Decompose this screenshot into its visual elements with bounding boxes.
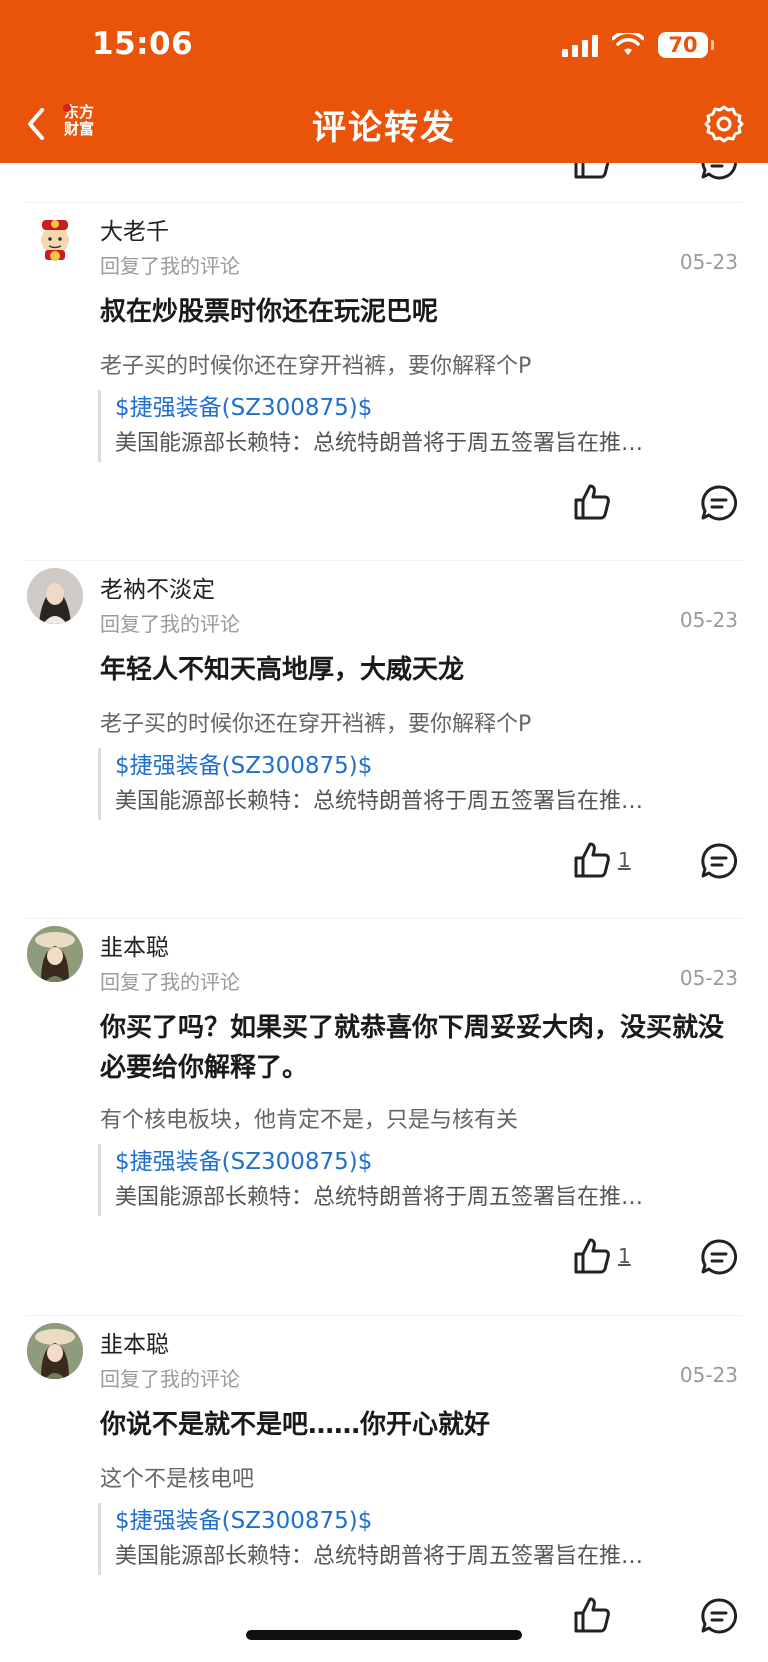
original-comment[interactable]: 这个不是核电吧 [100, 1461, 738, 1493]
news-snippet: 美国能源部长赖特：总统特朗普将于周五签署旨在推… [115, 431, 644, 456]
comment-actions: 1 [0, 1236, 768, 1280]
comment-icon[interactable] [700, 1238, 738, 1276]
divider [26, 202, 742, 203]
thumbs-up-icon[interactable] [572, 1595, 612, 1635]
reply-text[interactable]: 叔在炒股票时你还在玩泥巴呢 [100, 292, 738, 332]
quoted-post[interactable]: $捷强装备(SZ300875)$ 美国能源部长赖特：总统特朗普将于周五签署旨在推… [98, 390, 738, 462]
quoted-post[interactable]: $捷强装备(SZ300875)$ 美国能源部长赖特：总统特朗普将于周五签署旨在推… [98, 1144, 738, 1216]
comment-icon[interactable] [700, 842, 738, 880]
stock-link[interactable]: $捷强装备(SZ300875)$ [115, 390, 738, 426]
like-count[interactable]: 1 [618, 1244, 631, 1268]
partial-action-row [0, 163, 768, 201]
stock-link[interactable]: $捷强装备(SZ300875)$ [115, 748, 738, 784]
username[interactable]: 老衲不淡定 [100, 570, 215, 604]
comment-date: 05-23 [679, 250, 738, 274]
battery-indicator: 70 [658, 32, 714, 58]
comment-icon[interactable] [700, 163, 738, 181]
thumbs-up-icon[interactable] [572, 1236, 612, 1276]
avatar[interactable] [27, 926, 83, 982]
stock-link[interactable]: $捷强装备(SZ300875)$ [115, 1144, 738, 1180]
reply-subtitle: 回复了我的评论 [100, 1367, 240, 1391]
cellular-signal-icon [562, 33, 598, 57]
divider [26, 560, 742, 561]
comment-item[interactable]: 大老千 回复了我的评论 05-23 叔在炒股票时你还在玩泥巴呢 老子买的时候你还… [0, 210, 768, 540]
comment-item[interactable]: 韭本聪 回复了我的评论 05-23 你说不是就不是吧……你开心就好 这个不是核电… [0, 1323, 768, 1662]
news-snippet: 美国能源部长赖特：总统特朗普将于周五签署旨在推… [115, 1544, 644, 1569]
original-comment[interactable]: 老子买的时候你还在穿开裆裤，要你解释个P [100, 348, 738, 380]
avatar[interactable] [27, 210, 83, 266]
like-count[interactable]: 1 [618, 848, 631, 872]
status-time: 15:06 [92, 26, 194, 62]
comment-actions [0, 482, 768, 526]
home-indicator[interactable] [246, 1630, 522, 1640]
divider [26, 918, 742, 919]
avatar[interactable] [27, 568, 83, 624]
top-bar: 15:06 70 东方 财富 评论转发 [0, 0, 768, 163]
reply-subtitle: 回复了我的评论 [100, 970, 240, 994]
comment-item[interactable]: 老衲不淡定 回复了我的评论 05-23 年轻人不知天高地厚，大威天龙 老子买的时… [0, 568, 768, 898]
username[interactable]: 大老千 [100, 212, 169, 246]
thumbs-up-icon[interactable] [572, 840, 612, 880]
reply-text[interactable]: 年轻人不知天高地厚，大威天龙 [100, 650, 738, 690]
page-title: 评论转发 [312, 108, 456, 148]
quoted-post[interactable]: $捷强装备(SZ300875)$ 美国能源部长赖特：总统特朗普将于周五签署旨在推… [98, 748, 738, 820]
thumbs-up-icon[interactable] [572, 163, 612, 181]
quoted-post[interactable]: $捷强装备(SZ300875)$ 美国能源部长赖特：总统特朗普将于周五签署旨在推… [98, 1503, 738, 1575]
original-comment[interactable]: 老子买的时候你还在穿开裆裤，要你解释个P [100, 706, 738, 738]
reply-text[interactable]: 你说不是就不是吧……你开心就好 [100, 1405, 738, 1445]
username[interactable]: 韭本聪 [100, 928, 169, 962]
reply-subtitle: 回复了我的评论 [100, 254, 240, 278]
avatar[interactable] [27, 1323, 83, 1379]
username[interactable]: 韭本聪 [100, 1325, 169, 1359]
comment-actions: 1 [0, 840, 768, 884]
comment-item[interactable]: 韭本聪 回复了我的评论 05-23 你买了吗？如果买了就恭喜你下周妥妥大肉，没买… [0, 926, 768, 1296]
comment-icon[interactable] [700, 1597, 738, 1635]
reply-subtitle: 回复了我的评论 [100, 612, 240, 636]
comment-date: 05-23 [679, 608, 738, 632]
original-comment[interactable]: 有个核电板块，他肯定不是，只是与核有关 [100, 1102, 738, 1134]
comment-icon[interactable] [700, 484, 738, 522]
status-icons: 70 [562, 30, 714, 60]
comment-date: 05-23 [679, 966, 738, 990]
gear-icon[interactable] [704, 104, 744, 144]
comment-feed[interactable]: 大老千 回复了我的评论 05-23 叔在炒股票时你还在玩泥巴呢 老子买的时候你还… [0, 163, 768, 1662]
wifi-icon [612, 33, 644, 55]
thumbs-up-icon[interactable] [572, 482, 612, 522]
stock-link[interactable]: $捷强装备(SZ300875)$ [115, 1503, 738, 1539]
news-snippet: 美国能源部长赖特：总统特朗普将于周五签署旨在推… [115, 789, 644, 814]
news-snippet: 美国能源部长赖特：总统特朗普将于周五签署旨在推… [115, 1185, 644, 1210]
comment-date: 05-23 [679, 1363, 738, 1387]
divider [26, 1315, 742, 1316]
reply-text[interactable]: 你买了吗？如果买了就恭喜你下周妥妥大肉，没买就没必要给你解释了。 [100, 1008, 738, 1088]
